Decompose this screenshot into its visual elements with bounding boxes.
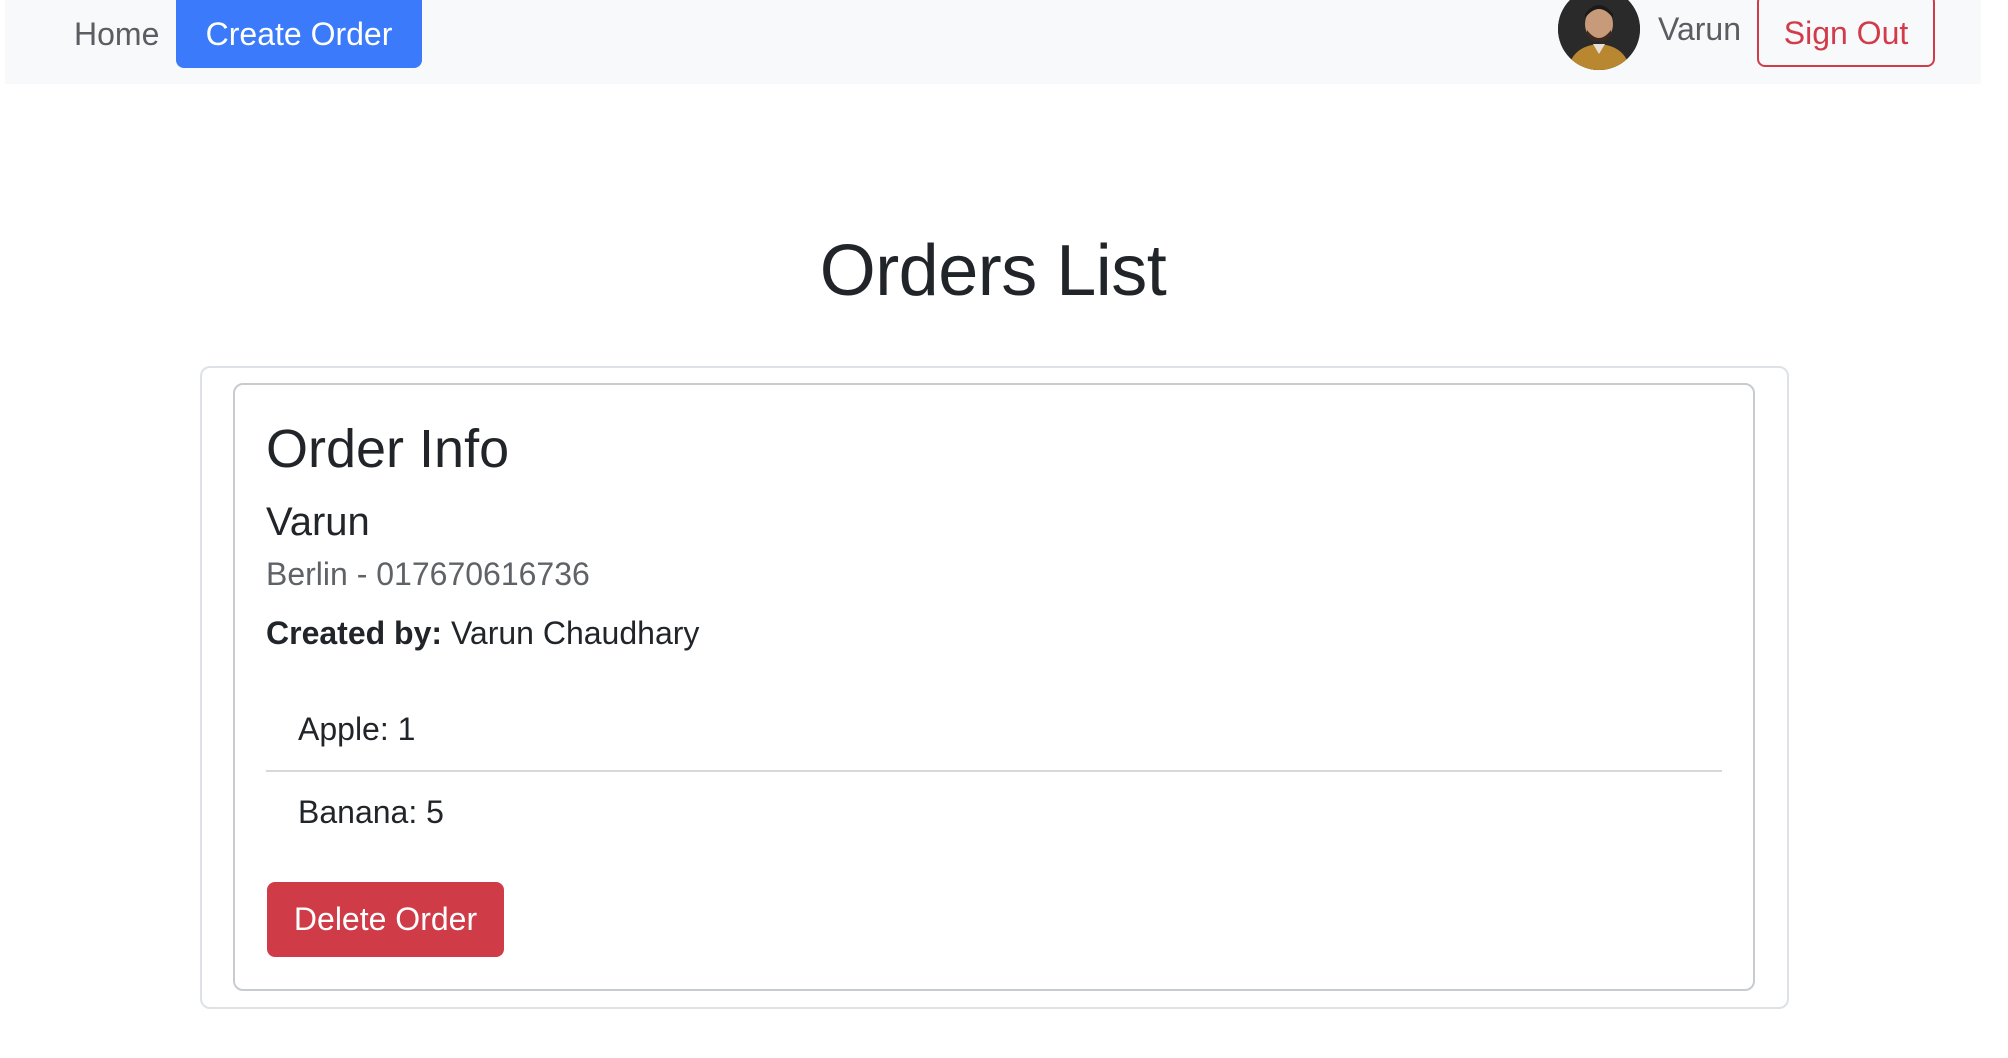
sign-out-button[interactable]: Sign Out: [1757, 0, 1935, 67]
nav-create-order-link[interactable]: Create Order: [176, 0, 422, 68]
avatar-image: [1558, 0, 1640, 70]
order-items-list: Apple: 1 Banana: 5: [266, 688, 1722, 852]
created-by-value: Varun Chaudhary: [450, 615, 700, 651]
order-card-title: Order Info: [266, 419, 510, 479]
order-item: Banana: 5: [266, 770, 1722, 852]
user-avatar[interactable]: [1558, 0, 1640, 70]
created-by-label: Created by:: [266, 615, 443, 651]
customer-details: Berlin - 017670616736: [266, 556, 590, 592]
page-title: Orders List: [819, 231, 1167, 311]
delete-order-button[interactable]: Delete Order: [267, 882, 504, 957]
nav-home-link[interactable]: Home: [74, 0, 159, 68]
order-item: Apple: 1: [298, 710, 416, 747]
customer-name: Varun: [266, 500, 370, 544]
navbar: Home Create Order Varun Sign Out: [5, 0, 1981, 84]
created-by: Created by: Varun Chaudhary: [266, 615, 699, 652]
user-name: Varun: [1658, 10, 1742, 47]
